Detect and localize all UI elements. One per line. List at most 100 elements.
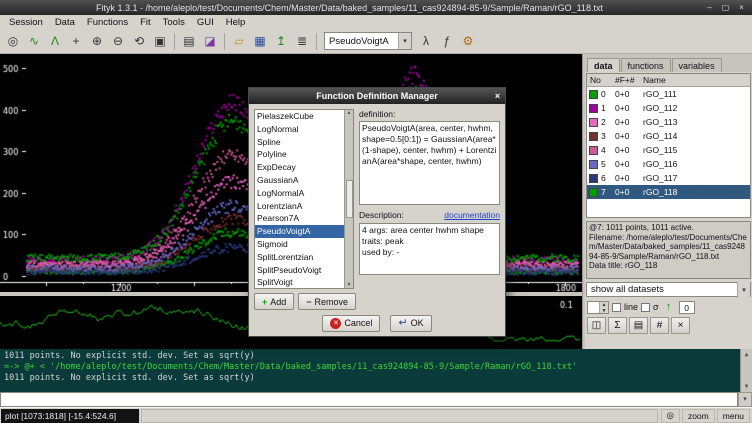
function-item[interactable]: SplitPseudoVoigt	[255, 264, 344, 277]
sum-formula-button[interactable]: Σ	[608, 317, 627, 334]
point-size-spinner[interactable]: ▲▼	[587, 301, 609, 314]
function-item[interactable]: Pearson7A	[255, 212, 344, 225]
shift-value[interactable]: 0	[679, 301, 695, 314]
tab-functions[interactable]: functions	[621, 58, 671, 72]
minimize-button[interactable]: –	[703, 2, 716, 13]
plot-config-button[interactable]: ◪	[200, 31, 220, 51]
function-type-select[interactable]: PseudoVoigtA▾	[324, 32, 412, 50]
definition-text[interactable]: PseudoVoigtA(area, center, hwhm, shape=0…	[359, 121, 500, 205]
add-button[interactable]: +Add	[254, 293, 294, 310]
function-list-scrollbar[interactable]: ▲▼	[344, 110, 353, 288]
menu-tools[interactable]: Tools	[157, 17, 191, 28]
dataset-row[interactable]: 40+0rGO_115	[587, 143, 750, 157]
menu-help[interactable]: Help	[220, 17, 252, 28]
function-item[interactable]: Sigmoid	[255, 238, 344, 251]
zoom-mode-button[interactable]: ◎	[3, 31, 23, 51]
scroll-down-icon[interactable]: ▼	[347, 282, 352, 288]
line-checkbox[interactable]	[612, 303, 621, 312]
shift-up-icon[interactable]: ↑	[662, 301, 676, 313]
function-item[interactable]: LorentzianA	[255, 200, 344, 213]
function-info: 4 args: area center hwhm shapetraits: pe…	[359, 223, 500, 275]
info-line: Filename: /home/aleplo/test/Documents/Ch…	[589, 233, 748, 262]
dataset-row[interactable]: 50+0rGO_116	[587, 157, 750, 171]
activate-data-mode-button[interactable]: +	[66, 31, 86, 51]
menu-fit[interactable]: Fit	[134, 17, 157, 28]
ok-button[interactable]: ↵OK	[390, 315, 431, 332]
scroll-down-icon[interactable]: ▼	[745, 381, 749, 392]
dataset-filter-select[interactable]: show all datasets ▾	[586, 282, 751, 297]
dialog-right-panel: definition: PseudoVoigtA(area, center, h…	[359, 109, 500, 310]
scroll-up-icon[interactable]: ▲	[745, 349, 749, 360]
ok-button-label: OK	[411, 318, 424, 328]
zoom-in-button[interactable]: ⊕	[87, 31, 107, 51]
documentation-link[interactable]: documentation	[444, 210, 500, 220]
function-item[interactable]: Spline	[255, 136, 344, 149]
zoom-out-button[interactable]: ⊖	[108, 31, 128, 51]
dataset-color-chip	[589, 90, 598, 99]
define-function-button[interactable]: λ	[416, 31, 436, 51]
dataset-row[interactable]: 70+0rGO_118	[587, 185, 750, 199]
dataset-row[interactable]: 00+0rGO_111	[587, 87, 750, 101]
maximize-button[interactable]: ▢	[719, 2, 732, 13]
dataset-row[interactable]: 20+0rGO_113	[587, 115, 750, 129]
sigma-checkbox[interactable]	[641, 303, 650, 312]
execute-script-button[interactable]: ≣	[292, 31, 312, 51]
dataset-name: rGO_115	[643, 145, 750, 155]
settings-button[interactable]: ⚙	[458, 31, 478, 51]
plot-style-button[interactable]: ◫	[587, 317, 606, 334]
tab-data[interactable]: data	[587, 58, 620, 72]
dialog-close-icon[interactable]: ×	[490, 91, 505, 101]
data-range-mode-button[interactable]: ∿	[24, 31, 44, 51]
zoom-all-button[interactable]: ▣	[150, 31, 170, 51]
save-session-button[interactable]: ▦	[250, 31, 270, 51]
open-file-button[interactable]: ▱	[229, 31, 249, 51]
function-item[interactable]: LogNormalA	[255, 187, 344, 200]
function-item[interactable]: LogNormal	[255, 123, 344, 136]
function-item[interactable]: ExpDecay	[255, 161, 344, 174]
function-item[interactable]: SplitVoigt	[255, 276, 344, 289]
command-input[interactable]	[0, 392, 738, 407]
dataset-number: 6	[601, 173, 615, 183]
function-item[interactable]: PseudoVoigtA	[255, 225, 344, 238]
function-item[interactable]: SplitLorentzian	[255, 251, 344, 264]
display-controls: ▲▼ line σ ↑ 0	[585, 297, 752, 315]
dataset-number: 7	[601, 187, 615, 197]
dataset-row[interactable]: 30+0rGO_114	[587, 129, 750, 143]
dialog-title-bar[interactable]: Function Definition Manager ×	[249, 88, 505, 104]
close-panel-button[interactable]: ×	[671, 317, 690, 334]
data-table-button[interactable]: ▤	[629, 317, 648, 334]
menu-session[interactable]: Session	[3, 17, 49, 28]
scroll-up-icon[interactable]: ▲	[347, 110, 352, 116]
add-peak-mode-button[interactable]: Λ	[45, 31, 65, 51]
function-item[interactable]: PielaszekCube	[255, 110, 344, 123]
zoom-icon[interactable]: ◎	[661, 409, 680, 423]
dataset-fcount: 0+0	[615, 159, 643, 169]
input-history-icon[interactable]: ▾	[738, 392, 752, 407]
remove-button[interactable]: −Remove	[298, 293, 356, 310]
menu-functions[interactable]: Functions	[81, 17, 134, 28]
function-item[interactable]: GaussianA	[255, 174, 344, 187]
function-item[interactable]: Polyline	[255, 148, 344, 161]
function-info-line: traits: peak	[362, 236, 497, 247]
toolbar-separator	[224, 33, 225, 50]
console-scrollbar[interactable]: ▲▼	[740, 349, 752, 392]
cancel-button[interactable]: ✕Cancel	[322, 315, 380, 332]
auto-add-button[interactable]: ƒ	[437, 31, 457, 51]
menu-data[interactable]: Data	[49, 17, 81, 28]
grid-button[interactable]: #	[650, 317, 669, 334]
tab-variables[interactable]: variables	[672, 58, 722, 72]
close-button[interactable]: ×	[735, 2, 748, 13]
statusbar-zoom[interactable]: zoom	[682, 409, 715, 423]
data-table-button[interactable]: ▤	[179, 31, 199, 51]
statusbar-menu[interactable]: menu	[717, 409, 750, 423]
export-button[interactable]: ↥	[271, 31, 291, 51]
spinner-arrows-icon[interactable]: ▲▼	[599, 302, 608, 313]
column-header: Name	[643, 75, 750, 85]
dataset-row[interactable]: 60+0rGO_117	[587, 171, 750, 185]
function-list: ▲▼ PielaszekCubeLogNormalSplinePolylineE…	[254, 109, 354, 289]
previous-zoom-button[interactable]: ⟲	[129, 31, 149, 51]
scrollbar-thumb[interactable]	[346, 180, 353, 218]
dataset-row[interactable]: 10+0rGO_112	[587, 101, 750, 115]
menu-gui[interactable]: GUI	[191, 17, 220, 28]
remove-button-label: Remove	[315, 297, 349, 307]
